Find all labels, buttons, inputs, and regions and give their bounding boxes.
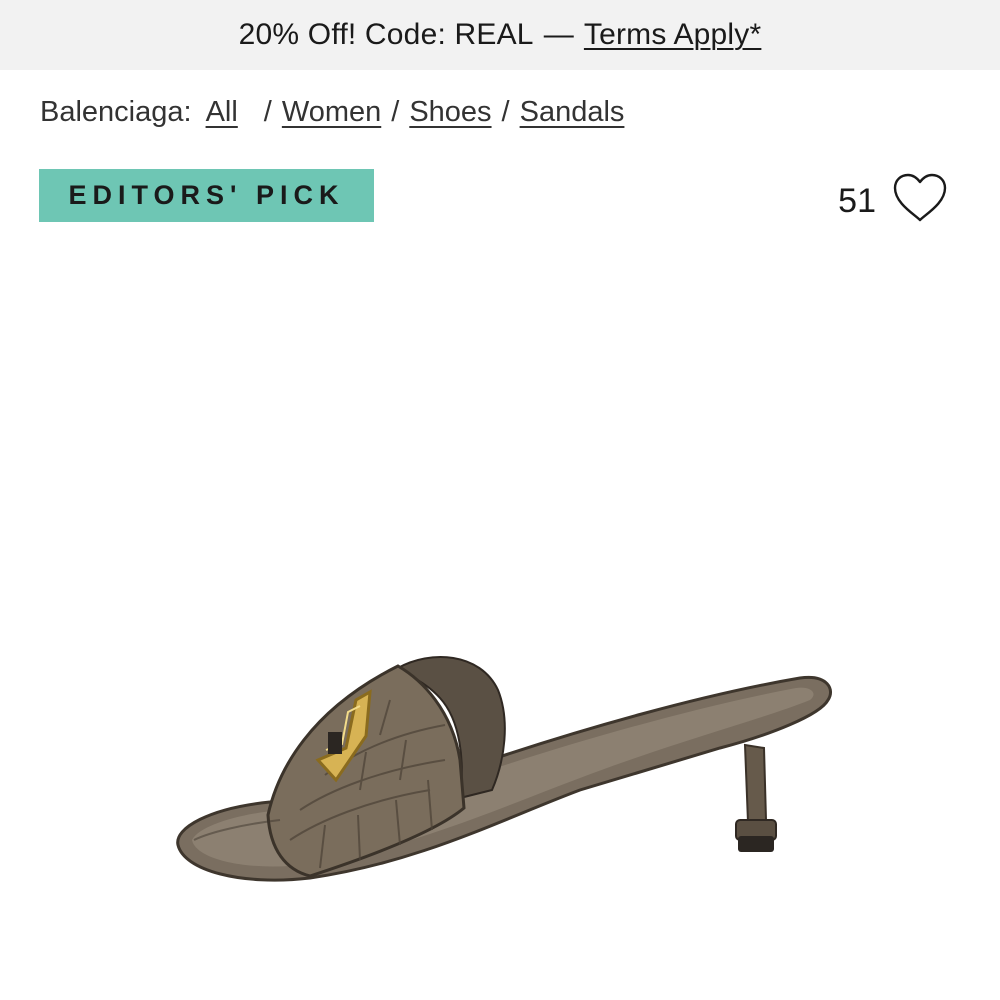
- breadcrumb-brand: Balenciaga:: [40, 95, 192, 128]
- promo-banner: 20% Off! Code: REAL — Terms Apply*: [0, 0, 1000, 70]
- breadcrumb-link-women[interactable]: Women: [282, 96, 381, 129]
- terms-apply-link[interactable]: Terms Apply*: [584, 18, 761, 52]
- breadcrumb-separator: /: [501, 95, 510, 128]
- promo-separator: —: [543, 18, 574, 51]
- breadcrumb-separator: /: [391, 95, 400, 128]
- sandal-image: [176, 656, 833, 882]
- favorites-count: 51: [838, 181, 876, 220]
- breadcrumb: Balenciaga: All / Women / Shoes / Sandal…: [40, 90, 624, 134]
- breadcrumb-link-sandals[interactable]: Sandals: [520, 96, 625, 129]
- editors-pick-badge: EDITORS' PICK: [39, 169, 374, 222]
- editors-pick-label: EDITORS' PICK: [68, 180, 345, 210]
- breadcrumb-separator: /: [263, 95, 272, 128]
- breadcrumb-link-shoes[interactable]: Shoes: [409, 96, 491, 129]
- promo-text: 20% Off! Code: REAL: [238, 18, 534, 51]
- breadcrumb-link-all[interactable]: All: [206, 96, 238, 129]
- favorites[interactable]: 51: [838, 170, 948, 226]
- heart-outline-icon[interactable]: [892, 173, 948, 223]
